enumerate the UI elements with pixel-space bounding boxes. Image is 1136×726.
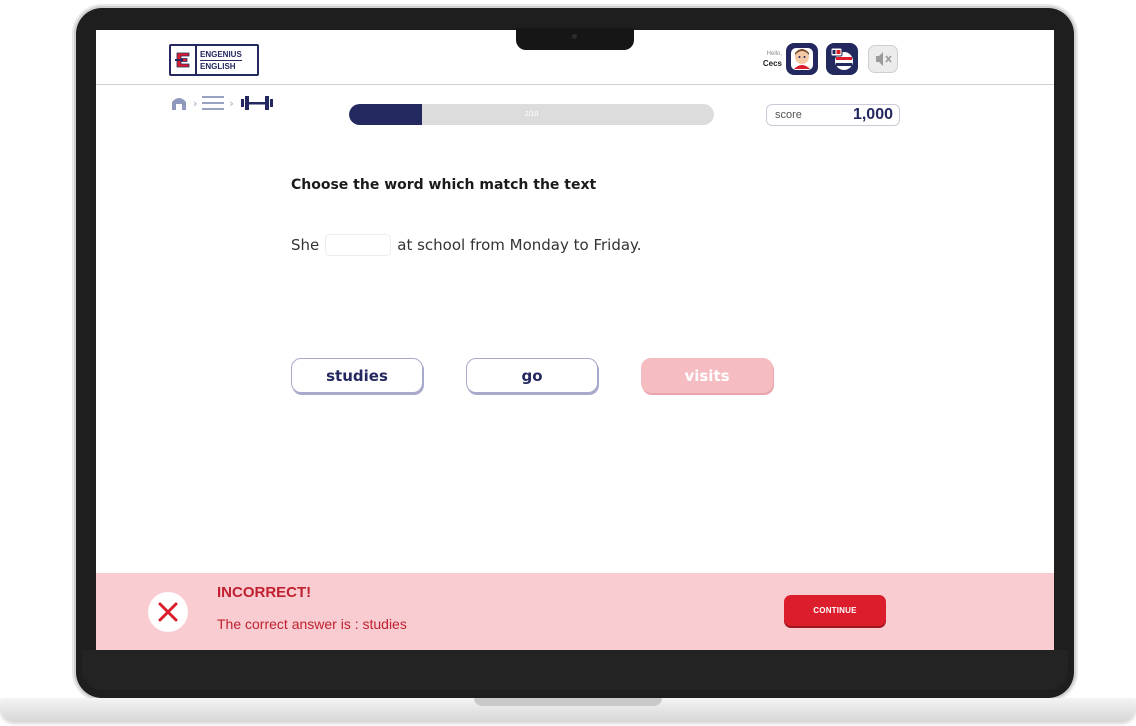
breadcrumb: › › [170, 92, 275, 114]
progress-label: 2/10 [524, 111, 539, 118]
sentence-before: She [291, 236, 320, 254]
choice-button-studies[interactable]: studies [291, 358, 423, 393]
engenius-logo[interactable]: ENGENIUS ENGLISH [169, 44, 259, 76]
dumbbell-icon[interactable] [239, 94, 275, 112]
user-name: Cecs [762, 59, 782, 68]
choice-button-visits[interactable]: visits [641, 358, 773, 393]
camera-notch [516, 28, 634, 50]
home-icon[interactable] [170, 95, 188, 111]
sentence-after: at school from Monday to Friday. [397, 236, 642, 254]
sound-toggle-button[interactable] [868, 45, 898, 73]
breadcrumb-separator: › [193, 96, 198, 110]
score-value: 1,000 [852, 106, 893, 123]
logo-e-mark-icon [171, 46, 197, 74]
choice-button-go[interactable]: go [466, 358, 598, 393]
lesson-progress-bar: 2/10 [349, 104, 714, 125]
feedback-detail: The correct answer is : studies [217, 616, 407, 632]
logo-text: ENGENIUS ENGLISH [197, 49, 242, 72]
avatar-icon [794, 49, 810, 69]
language-flag-icon [830, 47, 853, 70]
question-title: Choose the word which match the text [291, 177, 597, 193]
score-display: score 1,000 [766, 104, 900, 126]
answer-blank[interactable] [325, 234, 392, 256]
screen-bezel [82, 650, 1068, 690]
score-label: score [775, 109, 802, 121]
menu-icon[interactable] [202, 95, 225, 111]
breadcrumb-separator: › [229, 96, 234, 110]
logo-line1: ENGENIUS [200, 49, 242, 59]
laptop-base [0, 698, 1136, 722]
greeting-text: Hello, [766, 51, 782, 57]
x-circle-icon [148, 592, 188, 632]
profile-avatar-button[interactable] [786, 43, 818, 75]
user-greeting: Hello, Cecs [736, 50, 782, 68]
logo-line2: ENGLISH [200, 59, 242, 72]
feedback-title: INCORRECT! [217, 584, 312, 601]
language-switch-button[interactable] [826, 43, 858, 75]
question-sentence: She at school from Monday to Friday. [291, 234, 642, 256]
continue-button[interactable]: CONTINUE [784, 595, 886, 626]
app-screen: ENGENIUS ENGLISH Hello, Cecs › › 2/10 sc… [96, 30, 1054, 650]
feedback-banner: INCORRECT! The correct answer is : studi… [96, 573, 1054, 650]
speaker-muted-icon [876, 52, 892, 66]
